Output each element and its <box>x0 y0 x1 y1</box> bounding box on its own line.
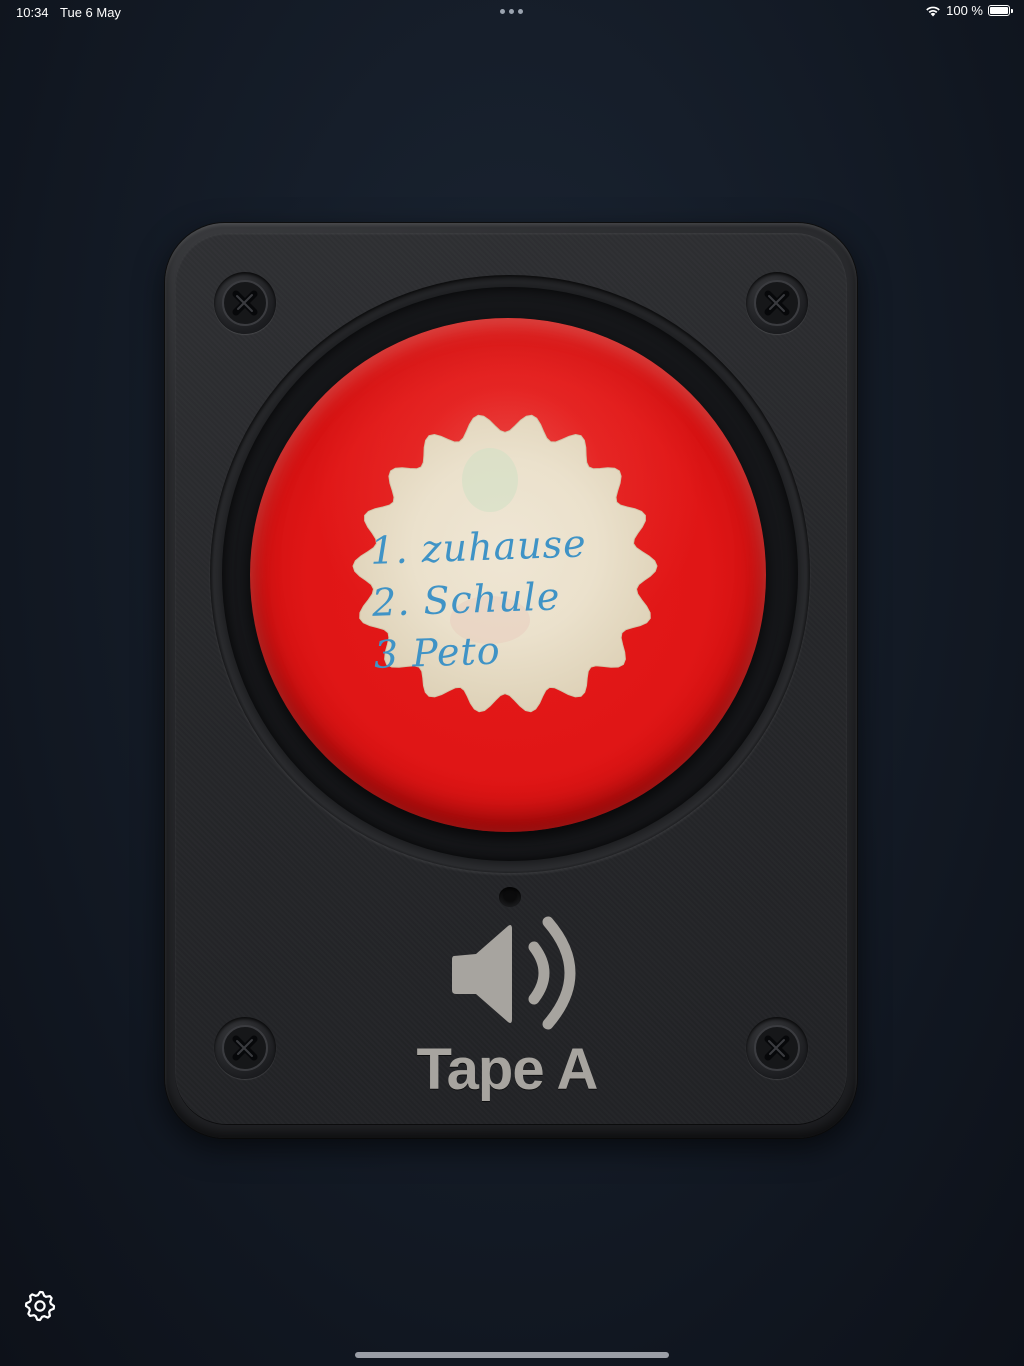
multitasking-dots-icon[interactable] <box>500 9 524 15</box>
status-indicators: 100 % <box>925 3 1013 18</box>
wifi-icon <box>926 6 940 16</box>
status-led <box>499 887 521 907</box>
home-indicator[interactable] <box>355 1352 669 1358</box>
battery-percentage: 100 % <box>946 3 983 18</box>
screw-bottom-left-icon <box>214 1017 276 1079</box>
screw-top-right-icon <box>746 272 808 334</box>
settings-button[interactable] <box>22 1288 58 1324</box>
battery-icon <box>988 5 1013 16</box>
screw-bottom-right-icon <box>746 1017 808 1079</box>
battery-fill <box>990 7 1008 14</box>
tape-name: Tape A <box>416 1037 599 1102</box>
status-time: 10:34 <box>16 5 49 20</box>
status-bar: 10:34 Tue 6 May 100 % <box>0 0 1024 24</box>
status-date: Tue 6 May <box>60 5 121 20</box>
speaker-wave-icon <box>452 916 576 1030</box>
gear-icon <box>24 1290 56 1322</box>
screw-top-left-icon <box>214 272 276 334</box>
sticker-handwriting: 1. zuhause 2. Schule 3 Peto <box>369 515 654 681</box>
sticker-line-3: 3 Peto <box>373 628 502 677</box>
